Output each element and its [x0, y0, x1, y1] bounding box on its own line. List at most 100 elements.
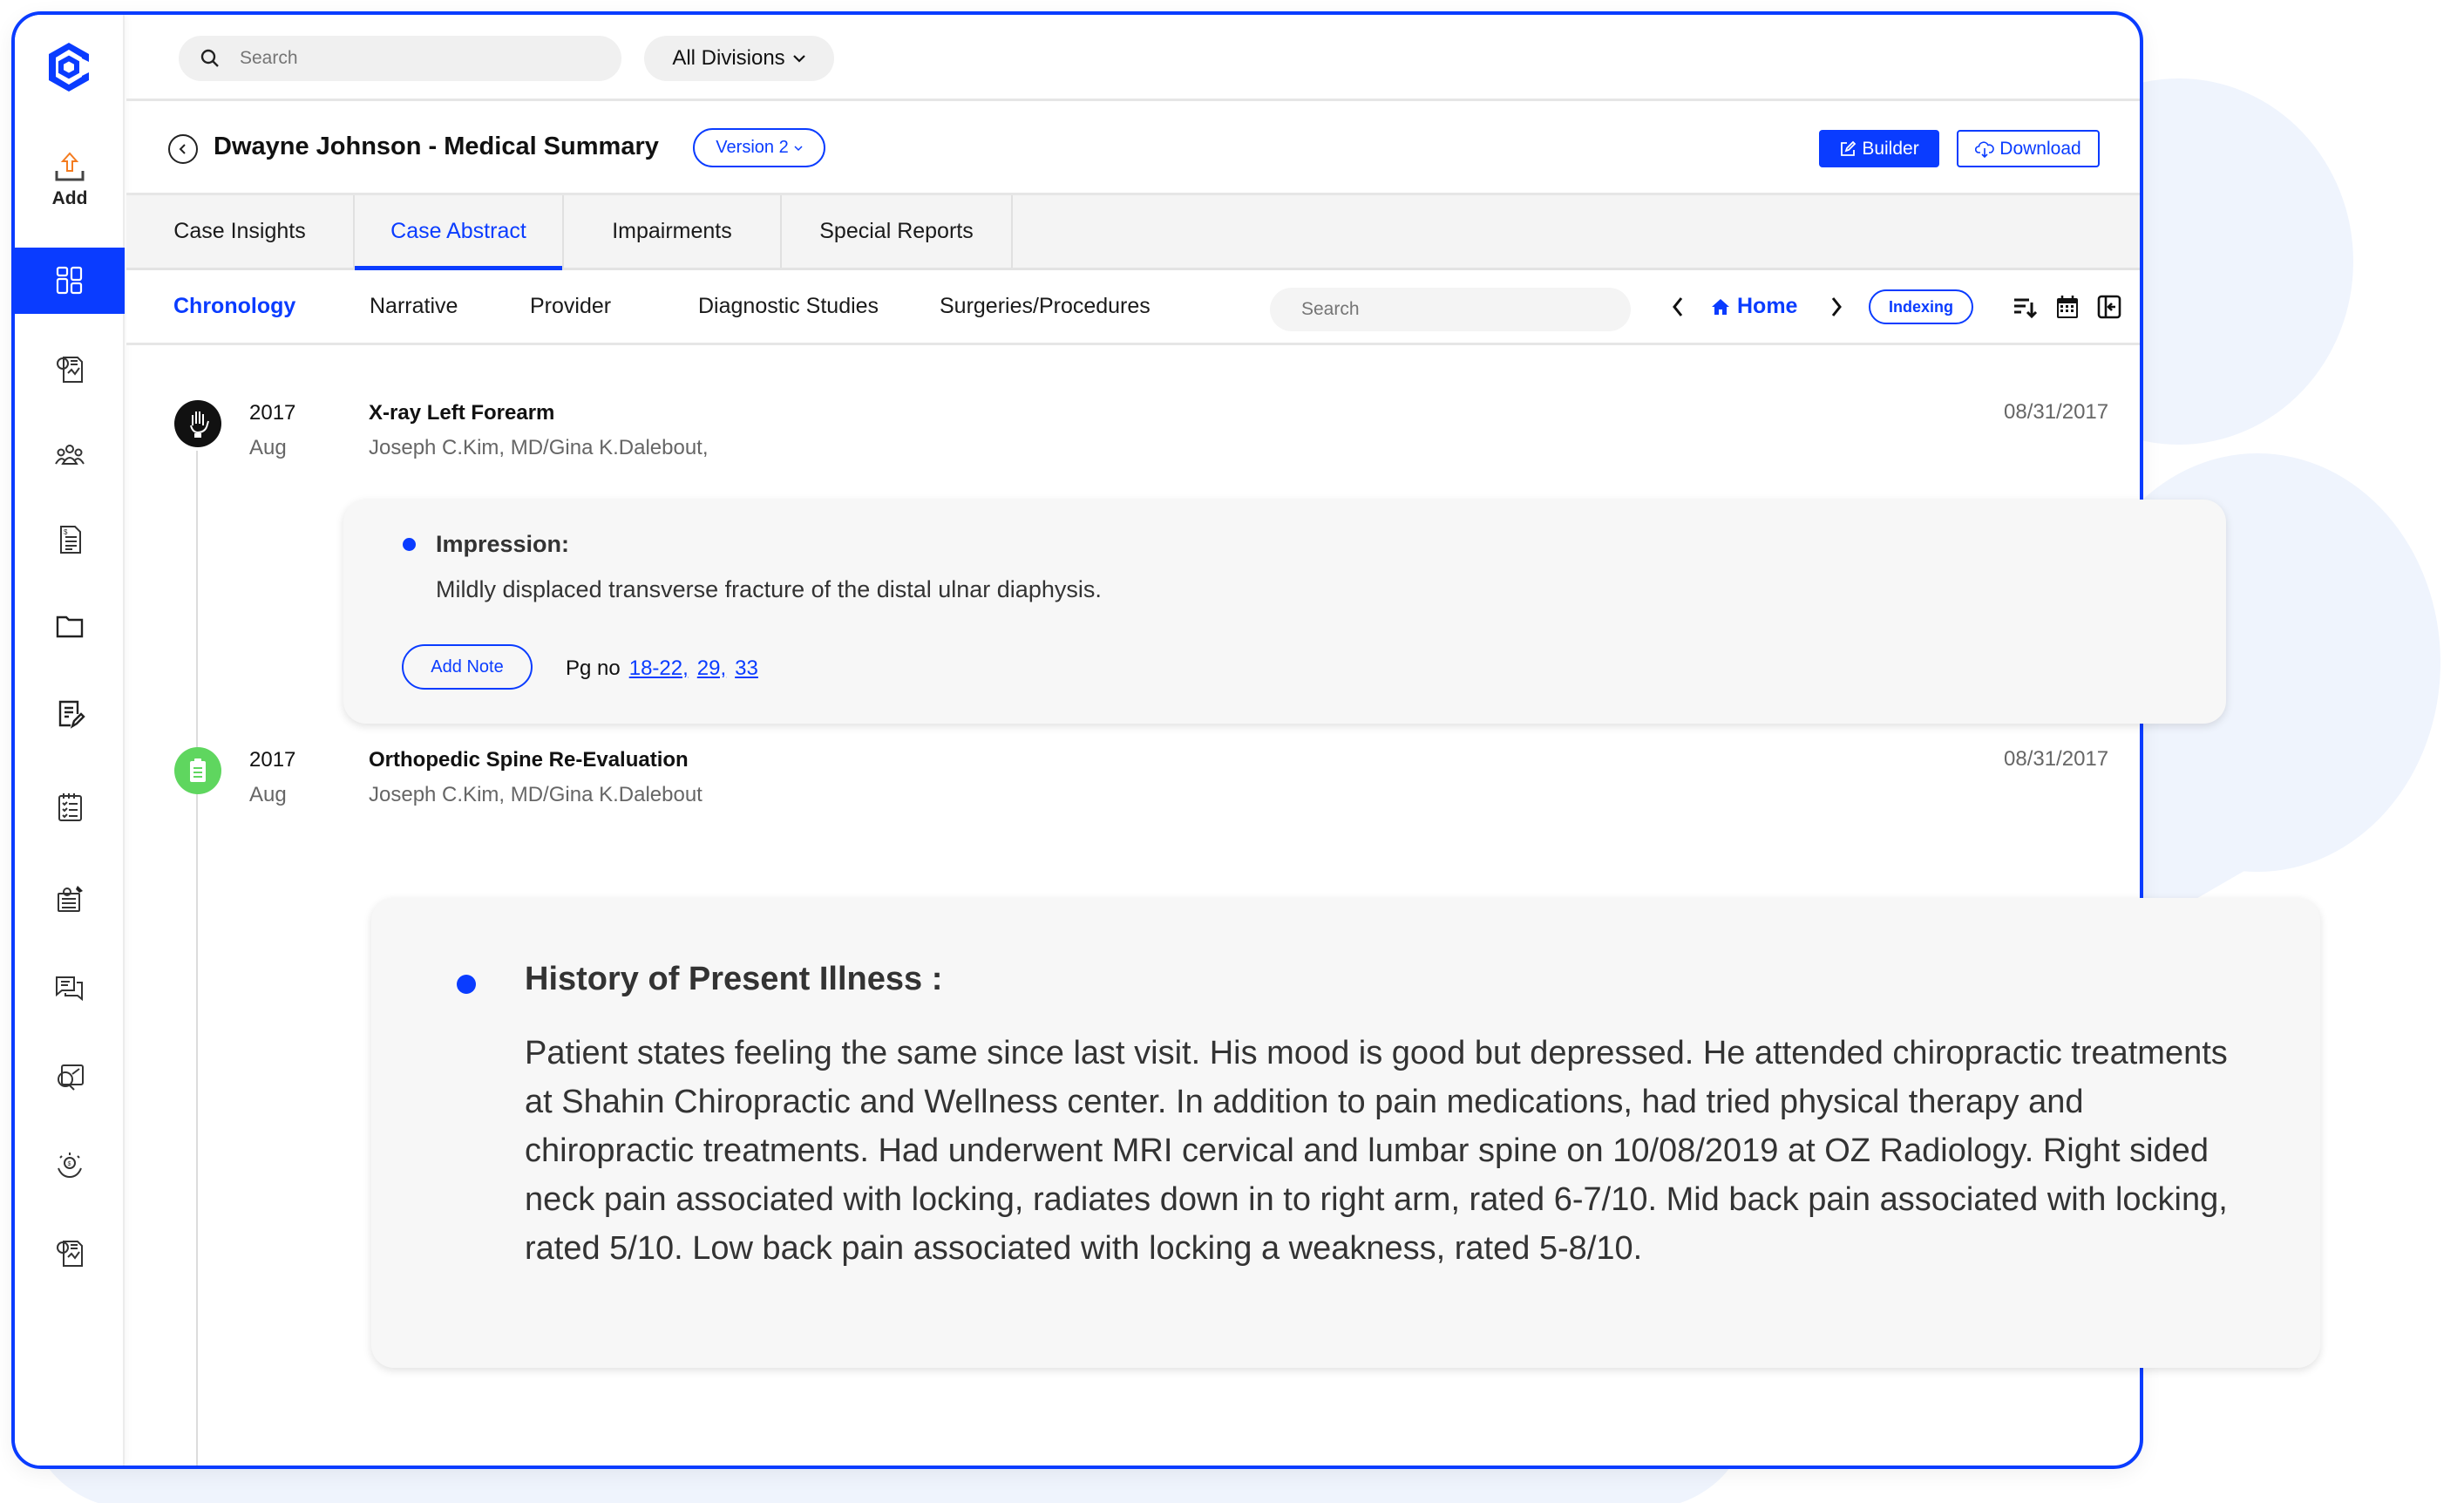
- chevron-left-icon: [179, 144, 186, 154]
- card-body: Patient states feeling the same since la…: [525, 1035, 2228, 1267]
- report-chart-icon: [57, 357, 83, 383]
- card-body: Mildly displaced transverse fracture of …: [436, 576, 1102, 602]
- dashboard-grid-icon: [56, 266, 83, 295]
- tab-case-abstract[interactable]: Case Abstract: [355, 195, 564, 270]
- checklist-icon: [58, 793, 82, 821]
- svg-text:$: $: [64, 528, 68, 536]
- calendar-icon: [2057, 295, 2078, 318]
- sidebar-item-reports[interactable]: [15, 336, 125, 402]
- entry-title[interactable]: Orthopedic Spine Re-Evaluation: [369, 748, 689, 772]
- sub-navigation: Chronology Narrative Provider Diagnostic…: [126, 270, 2140, 345]
- sidebar-item-pinned[interactable]: [15, 866, 125, 932]
- sidebar-item-messages[interactable]: [15, 955, 125, 1021]
- sidebar: Add $ $: [15, 15, 125, 1466]
- next-button[interactable]: [1829, 270, 1843, 343]
- tab-label: Special Reports: [819, 219, 974, 243]
- page-label: Pg no: [566, 656, 621, 680]
- chevron-down-icon: [794, 145, 803, 151]
- sidebar-item-settlements[interactable]: $: [15, 1132, 125, 1199]
- entry-month: Aug: [249, 436, 287, 459]
- search-input[interactable]: [240, 48, 588, 69]
- timeline-line: [196, 451, 198, 1466]
- main-tabs: Case Insights Case Abstract Impairments …: [126, 195, 2140, 270]
- app-window: Add $ $ Search All Divisions Dwayne John…: [11, 11, 2320, 1469]
- tab-special-reports[interactable]: Special Reports: [782, 195, 1013, 268]
- search-icon: [200, 49, 219, 67]
- sidebar-item-notes[interactable]: [15, 680, 125, 746]
- add-note-button[interactable]: Add Note: [402, 644, 533, 690]
- settlement-money-icon: $: [58, 1153, 82, 1179]
- indexing-button[interactable]: Indexing: [1869, 289, 1973, 324]
- back-button[interactable]: [168, 134, 198, 164]
- page-link[interactable]: 18-22,: [629, 656, 689, 681]
- app-logo-icon[interactable]: [45, 41, 92, 93]
- home-icon: [1712, 298, 1729, 315]
- page-link[interactable]: 29,: [697, 656, 726, 681]
- card-heading: Impression:: [436, 531, 570, 557]
- calendar-button[interactable]: [2055, 270, 2080, 343]
- entry-date: 08/31/2017: [2004, 400, 2109, 424]
- sidebar-item-dashboard[interactable]: [15, 248, 125, 314]
- previous-button[interactable]: [1671, 270, 1685, 343]
- edit-note-icon: [58, 700, 85, 729]
- builder-label: Builder: [1862, 138, 1919, 159]
- page-link[interactable]: 33: [735, 656, 758, 681]
- page-header: Dwayne Johnson - Medical Summary Version…: [126, 101, 2140, 195]
- collapse-panel-button[interactable]: [2097, 270, 2121, 343]
- download-button[interactable]: Download: [1957, 130, 2100, 167]
- sidebar-item-invoices[interactable]: $: [15, 507, 125, 573]
- subtab-diagnostic-studies[interactable]: Diagnostic Studies: [698, 270, 879, 343]
- tab-label: Case Abstract: [390, 219, 526, 243]
- pinned-notes-icon: [58, 886, 83, 912]
- chronology-search-input[interactable]: [1301, 299, 1537, 320]
- chevron-left-icon: [1673, 296, 1683, 316]
- top-bar: All Divisions: [126, 15, 2140, 101]
- entry-year: 2017: [249, 401, 296, 425]
- add-button[interactable]: Add: [15, 150, 125, 228]
- entry-date: 08/31/2017: [2004, 747, 2109, 771]
- chevron-right-icon: [1831, 296, 1842, 316]
- cloud-download-icon: [1975, 140, 1995, 158]
- entry-provider: Joseph C.Kim, MD/Gina K.Dalebout: [369, 783, 703, 806]
- global-search[interactable]: [179, 36, 621, 81]
- subtab-chronology[interactable]: Chronology: [173, 270, 295, 343]
- xray-hand-icon: [174, 400, 221, 447]
- analytics-search-icon: [58, 1064, 84, 1091]
- subtab-provider[interactable]: Provider: [530, 270, 611, 343]
- home-label: Home: [1737, 294, 1798, 318]
- bullet-dot: [457, 975, 476, 994]
- invoice-document-icon: $: [60, 526, 81, 554]
- subtab-surgeries-procedures[interactable]: Surgeries/Procedures: [940, 270, 1151, 343]
- bullet-dot: [403, 538, 416, 551]
- report-chart-icon: [57, 1241, 83, 1267]
- subtab-narrative[interactable]: Narrative: [370, 270, 458, 343]
- builder-button[interactable]: Builder: [1819, 130, 1939, 167]
- tab-impairments[interactable]: Impairments: [564, 195, 782, 268]
- chat-bubbles-icon: [56, 976, 83, 1002]
- sidebar-item-people[interactable]: [15, 421, 125, 487]
- tab-label: Case Insights: [173, 219, 306, 243]
- upload-tray-icon: [55, 152, 85, 181]
- clipboard-icon: [174, 747, 221, 794]
- entry-provider: Joseph C.Kim, MD/Gina K.Dalebout,: [369, 436, 709, 459]
- chronology-search[interactable]: [1270, 288, 1631, 331]
- sidebar-item-files[interactable]: [15, 593, 125, 659]
- chevron-down-icon: [792, 55, 805, 63]
- tab-label: Impairments: [612, 219, 732, 243]
- division-label: All Divisions: [672, 46, 785, 70]
- division-dropdown[interactable]: All Divisions: [644, 36, 834, 81]
- version-dropdown[interactable]: Version 2: [693, 128, 825, 167]
- card-heading: History of Present Illness :: [525, 961, 943, 997]
- entry-title[interactable]: X-ray Left Forearm: [369, 401, 554, 425]
- sidebar-item-reports-2[interactable]: [15, 1220, 125, 1286]
- entry-month: Aug: [249, 783, 287, 806]
- history-card: History of Present Illness : Patient sta…: [371, 898, 2320, 1368]
- add-label: Add: [51, 188, 88, 208]
- home-link[interactable]: Home: [1711, 270, 1797, 343]
- sidebar-item-analytics[interactable]: [15, 1044, 125, 1110]
- edit-icon: [1841, 140, 1856, 156]
- sidebar-item-checklist[interactable]: [15, 773, 125, 840]
- impression-card: Impression: Mildly displaced transverse …: [343, 500, 2226, 724]
- tab-case-insights[interactable]: Case Insights: [126, 195, 355, 268]
- sort-button[interactable]: [2012, 270, 2038, 343]
